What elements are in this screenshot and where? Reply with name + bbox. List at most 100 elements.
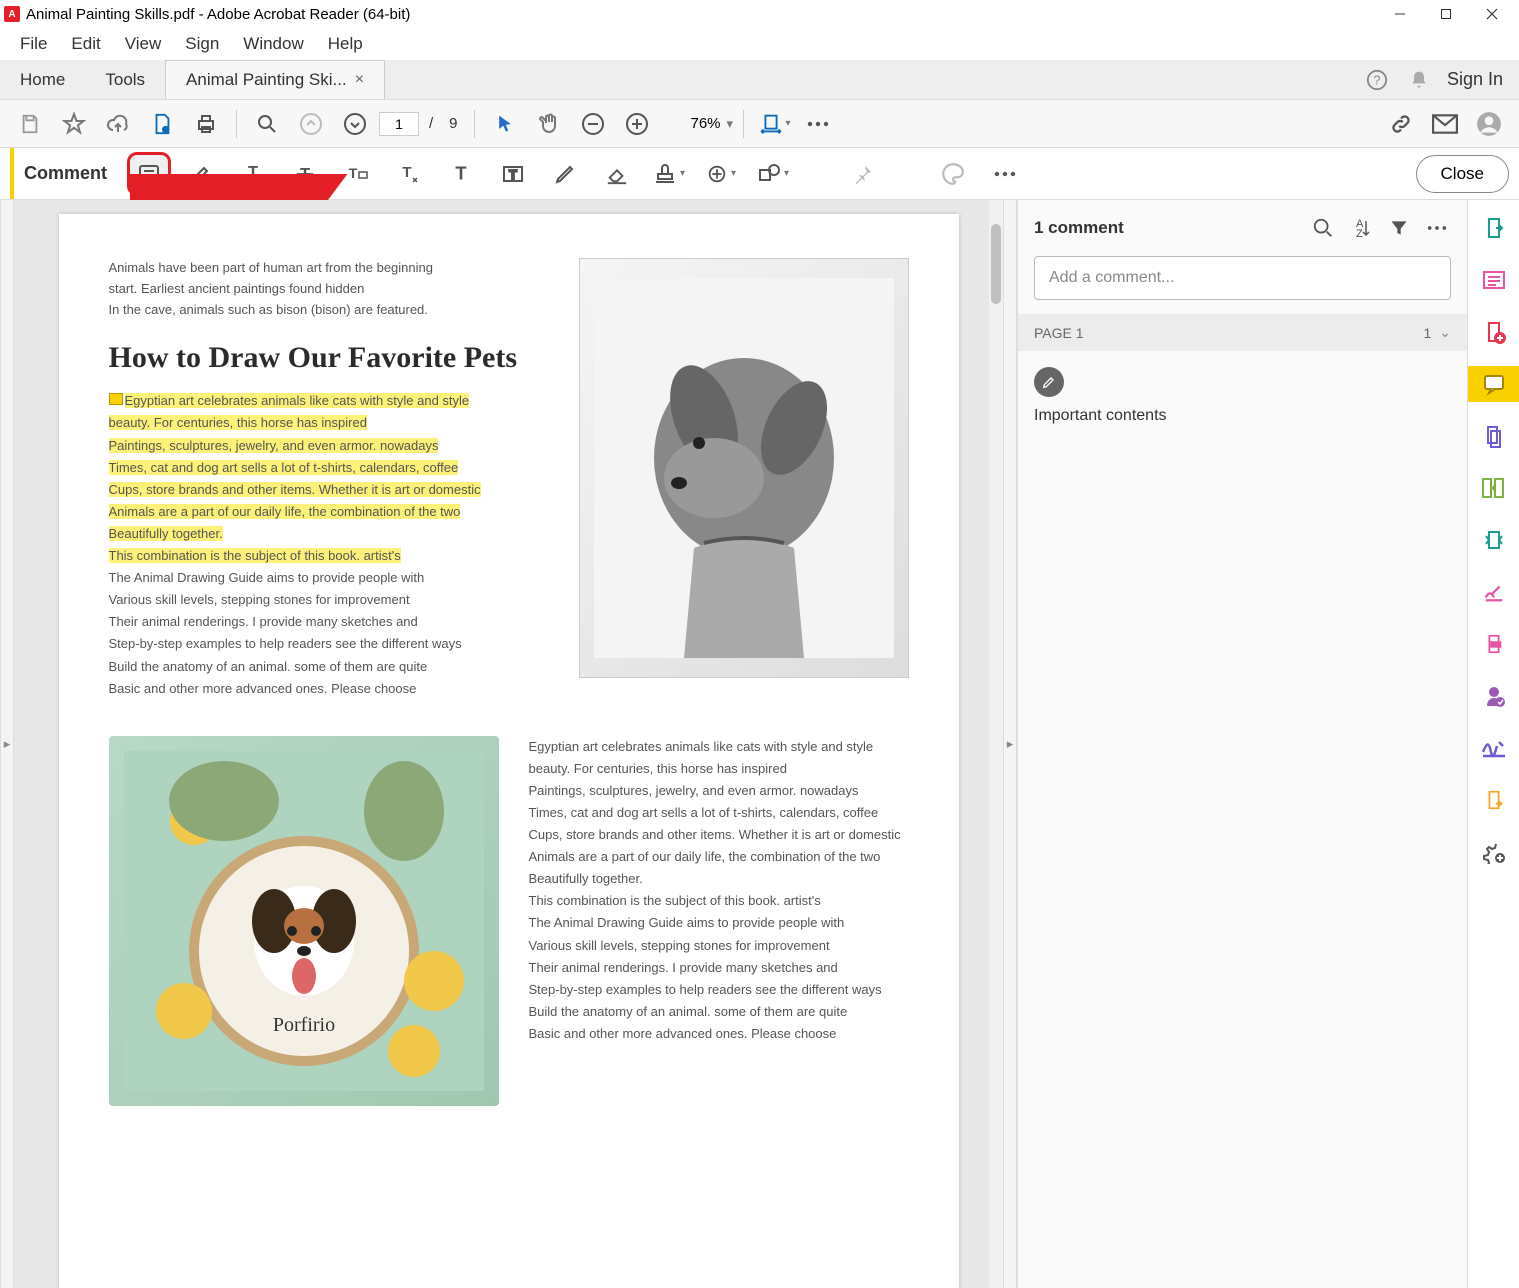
doc-text: Basic and other more advanced ones. Plea… bbox=[529, 1023, 909, 1045]
more-tools-icon[interactable] bbox=[798, 104, 838, 144]
drawing-tools-icon[interactable]: ▾ bbox=[751, 152, 795, 196]
menu-edit[interactable]: Edit bbox=[59, 28, 112, 60]
compress-tool-icon[interactable] bbox=[1476, 522, 1512, 558]
acrobat-app-icon: A bbox=[4, 6, 20, 22]
menu-file[interactable]: File bbox=[8, 28, 59, 60]
print-icon[interactable] bbox=[186, 104, 226, 144]
mid-panel-toggle[interactable]: ▸ bbox=[1003, 200, 1017, 1288]
tab-home[interactable]: Home bbox=[0, 60, 85, 99]
organize-tool-icon[interactable] bbox=[1476, 470, 1512, 506]
comments-sort-icon[interactable]: AZ bbox=[1347, 214, 1375, 242]
menu-sign[interactable]: Sign bbox=[173, 28, 231, 60]
create-pdf-tool-icon[interactable] bbox=[1476, 314, 1512, 350]
hand-tool-icon[interactable] bbox=[529, 104, 569, 144]
zoom-select[interactable] bbox=[661, 115, 721, 132]
underline-tool-icon[interactable]: T bbox=[231, 152, 275, 196]
more-tools-sidebar-icon[interactable] bbox=[1476, 834, 1512, 870]
bell-icon[interactable] bbox=[1405, 66, 1433, 94]
star-icon[interactable] bbox=[54, 104, 94, 144]
fit-width-icon[interactable]: ▾ bbox=[754, 104, 794, 144]
edit-pdf-tool-icon[interactable] bbox=[1476, 262, 1512, 298]
tab-tools[interactable]: Tools bbox=[85, 60, 165, 99]
chevron-down-icon: ⌄ bbox=[1439, 324, 1451, 341]
page-input[interactable] bbox=[379, 112, 419, 136]
left-panel-toggle[interactable]: ▸ bbox=[0, 200, 14, 1288]
link-icon[interactable] bbox=[1381, 104, 1421, 144]
zoom-in-icon[interactable] bbox=[617, 104, 657, 144]
selection-tool-icon[interactable] bbox=[485, 104, 525, 144]
zoom-chevron-icon[interactable]: ▾ bbox=[727, 116, 734, 132]
stamp-tool-icon[interactable]: ▾ bbox=[647, 152, 691, 196]
protect-tool-icon[interactable] bbox=[1476, 678, 1512, 714]
page-total: 9 bbox=[443, 115, 463, 132]
doc-text: Basic and other more advanced ones. Plea… bbox=[109, 678, 559, 700]
comments-search-icon[interactable] bbox=[1309, 214, 1337, 242]
comments-filter-icon[interactable] bbox=[1385, 214, 1413, 242]
page-up-icon[interactable] bbox=[291, 104, 331, 144]
comment-page-header[interactable]: PAGE 1 1 ⌄ bbox=[1018, 314, 1467, 351]
sticky-note-tool-icon[interactable] bbox=[127, 152, 171, 196]
save-icon[interactable] bbox=[10, 104, 50, 144]
redact-tool-icon[interactable] bbox=[1476, 626, 1512, 662]
highlight-tool-icon[interactable] bbox=[179, 152, 223, 196]
comments-more-icon[interactable] bbox=[1423, 214, 1451, 242]
combine-tool-icon[interactable] bbox=[1476, 418, 1512, 454]
menu-window[interactable]: Window bbox=[231, 28, 315, 60]
export-pdf-tool-icon[interactable] bbox=[1476, 210, 1512, 246]
svg-text:T: T bbox=[349, 165, 358, 181]
profile-icon[interactable] bbox=[1469, 104, 1509, 144]
menubar: File Edit View Sign Window Help bbox=[0, 28, 1519, 60]
zoom-out-icon[interactable] bbox=[573, 104, 613, 144]
svg-text:T: T bbox=[509, 167, 517, 182]
comments-panel: 1 comment AZ Add a comment... PAGE 1 1 ⌄… bbox=[1017, 200, 1467, 1288]
comment-tool-icon[interactable] bbox=[1468, 366, 1519, 402]
doc-heading: How to Draw Our Favorite Pets bbox=[109, 340, 559, 376]
svg-text:T: T bbox=[402, 164, 411, 181]
signin-button[interactable]: Sign In bbox=[1447, 69, 1503, 90]
find-icon[interactable] bbox=[247, 104, 287, 144]
window-title: Animal Painting Skills.pdf - Adobe Acrob… bbox=[26, 6, 410, 23]
color-picker-icon[interactable] bbox=[931, 152, 975, 196]
close-comment-button[interactable]: Close bbox=[1416, 155, 1509, 193]
pin-tool-icon[interactable] bbox=[841, 152, 885, 196]
sticky-note-marker-icon[interactable] bbox=[109, 393, 123, 405]
cloud-upload-icon[interactable] bbox=[98, 104, 138, 144]
tab-row: Home Tools Animal Painting Ski... × ? Si… bbox=[0, 60, 1519, 100]
page-down-icon[interactable] bbox=[335, 104, 375, 144]
doc-text: Step-by-step examples to help readers se… bbox=[109, 633, 559, 655]
strikethrough-tool-icon[interactable]: T bbox=[283, 152, 327, 196]
maximize-button[interactable] bbox=[1423, 0, 1469, 28]
tab-close-icon[interactable]: × bbox=[355, 71, 364, 89]
menu-help[interactable]: Help bbox=[316, 28, 375, 60]
svg-text:Z: Z bbox=[1356, 228, 1363, 239]
file-lock-icon[interactable] bbox=[142, 104, 182, 144]
sign-tool-icon[interactable] bbox=[1476, 730, 1512, 766]
comment-more-icon[interactable] bbox=[983, 152, 1027, 196]
titlebar: A Animal Painting Skills.pdf - Adobe Acr… bbox=[0, 0, 1519, 28]
minimize-button[interactable] bbox=[1377, 0, 1423, 28]
email-icon[interactable] bbox=[1425, 104, 1465, 144]
add-text-tool-icon[interactable]: T bbox=[439, 152, 483, 196]
doc-text: This combination is the subject of this … bbox=[529, 890, 909, 912]
document-viewport[interactable]: Animals have been part of human art from… bbox=[14, 200, 1003, 1288]
pencil-tool-icon[interactable] bbox=[543, 152, 587, 196]
scrollbar-thumb[interactable] bbox=[991, 224, 1001, 304]
fill-sign-tool-icon[interactable] bbox=[1476, 574, 1512, 610]
replace-text-tool-icon[interactable]: T bbox=[335, 152, 379, 196]
comment-item[interactable]: Important contents bbox=[1018, 351, 1467, 441]
help-icon[interactable]: ? bbox=[1363, 66, 1391, 94]
doc-text: Build the anatomy of an animal. some of … bbox=[109, 656, 559, 678]
main-area: ▸ Animals have been part of human art fr… bbox=[0, 200, 1519, 1288]
eraser-tool-icon[interactable] bbox=[595, 152, 639, 196]
document-scrollbar[interactable] bbox=[989, 200, 1003, 1288]
text-box-tool-icon[interactable]: T bbox=[491, 152, 535, 196]
insert-text-tool-icon[interactable]: T bbox=[387, 152, 431, 196]
tab-document-active[interactable]: Animal Painting Ski... × bbox=[165, 60, 385, 99]
add-comment-input[interactable]: Add a comment... bbox=[1034, 256, 1451, 300]
close-window-button[interactable] bbox=[1469, 0, 1515, 28]
doc-text: Egyptian art celebrates animals like cat… bbox=[109, 390, 559, 412]
convert-tool-icon[interactable] bbox=[1476, 782, 1512, 818]
menu-view[interactable]: View bbox=[113, 28, 174, 60]
doc-text: Beautifully together. bbox=[109, 523, 559, 545]
attach-tool-icon[interactable]: ▾ bbox=[699, 152, 743, 196]
